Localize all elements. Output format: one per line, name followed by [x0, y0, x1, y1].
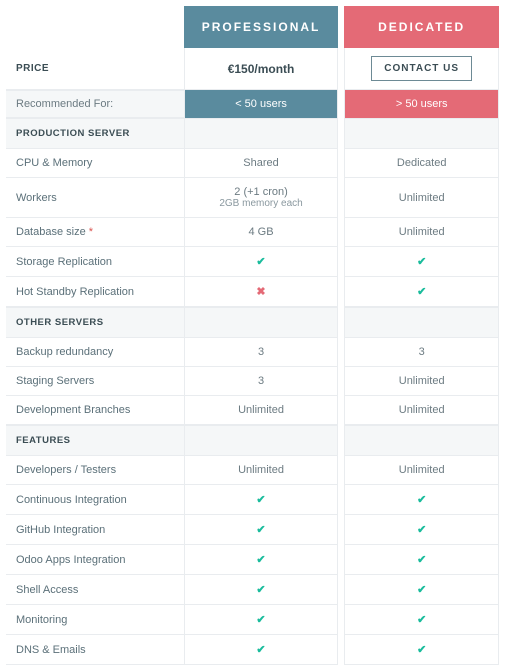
check-icon: ✔	[255, 583, 267, 595]
row-cpu-memory: CPU & Memory Shared Dedicated	[6, 149, 499, 178]
pricing-table: PROFESSIONAL DEDICATED PRICE €150/month …	[6, 6, 499, 665]
label-price: PRICE	[6, 48, 184, 90]
recommended-dedicated: > 50 users	[344, 90, 499, 118]
row-dns-emails: DNS & Emails ✔ ✔	[6, 635, 499, 665]
row-db-size: Database size * 4 GB Unlimited	[6, 218, 499, 247]
price-dedicated: CONTACT US	[344, 48, 499, 90]
row-price: PRICE €150/month CONTACT US	[6, 48, 499, 90]
check-icon: ✔	[255, 255, 267, 267]
row-storage-replication: Storage Replication ✔ ✔	[6, 247, 499, 277]
check-icon: ✔	[255, 643, 267, 655]
row-monitoring: Monitoring ✔ ✔	[6, 605, 499, 635]
recommended-professional: < 50 users	[184, 90, 339, 118]
pricing-table-container: PROFESSIONAL DEDICATED PRICE €150/month …	[0, 0, 505, 671]
price-professional: €150/month	[184, 48, 339, 90]
check-icon: ✔	[416, 285, 428, 297]
row-ci: Continuous Integration ✔ ✔	[6, 485, 499, 515]
section-other-servers: OTHER SERVERS	[6, 307, 499, 338]
check-icon: ✔	[255, 493, 267, 505]
row-dev-testers: Developers / Testers Unlimited Unlimited	[6, 456, 499, 485]
plan-header-professional: PROFESSIONAL	[184, 6, 339, 48]
contact-us-button[interactable]: CONTACT US	[371, 56, 472, 81]
check-icon: ✔	[416, 493, 428, 505]
check-icon: ✔	[255, 523, 267, 535]
check-icon: ✔	[416, 583, 428, 595]
section-features: FEATURES	[6, 425, 499, 456]
check-icon: ✔	[416, 613, 428, 625]
check-icon: ✔	[255, 613, 267, 625]
check-icon: ✔	[416, 523, 428, 535]
plan-header-dedicated: DEDICATED	[344, 6, 499, 48]
row-recommended: Recommended For: < 50 users > 50 users	[6, 90, 499, 118]
check-icon: ✔	[416, 553, 428, 565]
plan-header-row: PROFESSIONAL DEDICATED	[6, 6, 499, 48]
check-icon: ✔	[416, 643, 428, 655]
row-workers: Workers 2 (+1 cron) 2GB memory each Unli…	[6, 178, 499, 218]
row-github: GitHub Integration ✔ ✔	[6, 515, 499, 545]
section-production-server: PRODUCTION SERVER	[6, 118, 499, 149]
row-hot-standby: Hot Standby Replication ✖ ✔	[6, 277, 499, 307]
label-recommended: Recommended For:	[6, 90, 184, 118]
row-odoo-apps: Odoo Apps Integration ✔ ✔	[6, 545, 499, 575]
check-icon: ✔	[416, 255, 428, 267]
row-dev-branches: Development Branches Unlimited Unlimited	[6, 396, 499, 425]
row-backup-redundancy: Backup redundancy 3 3	[6, 338, 499, 367]
asterisk-icon: *	[89, 226, 93, 238]
row-staging-servers: Staging Servers 3 Unlimited	[6, 367, 499, 396]
cross-icon: ✖	[255, 285, 267, 297]
check-icon: ✔	[255, 553, 267, 565]
